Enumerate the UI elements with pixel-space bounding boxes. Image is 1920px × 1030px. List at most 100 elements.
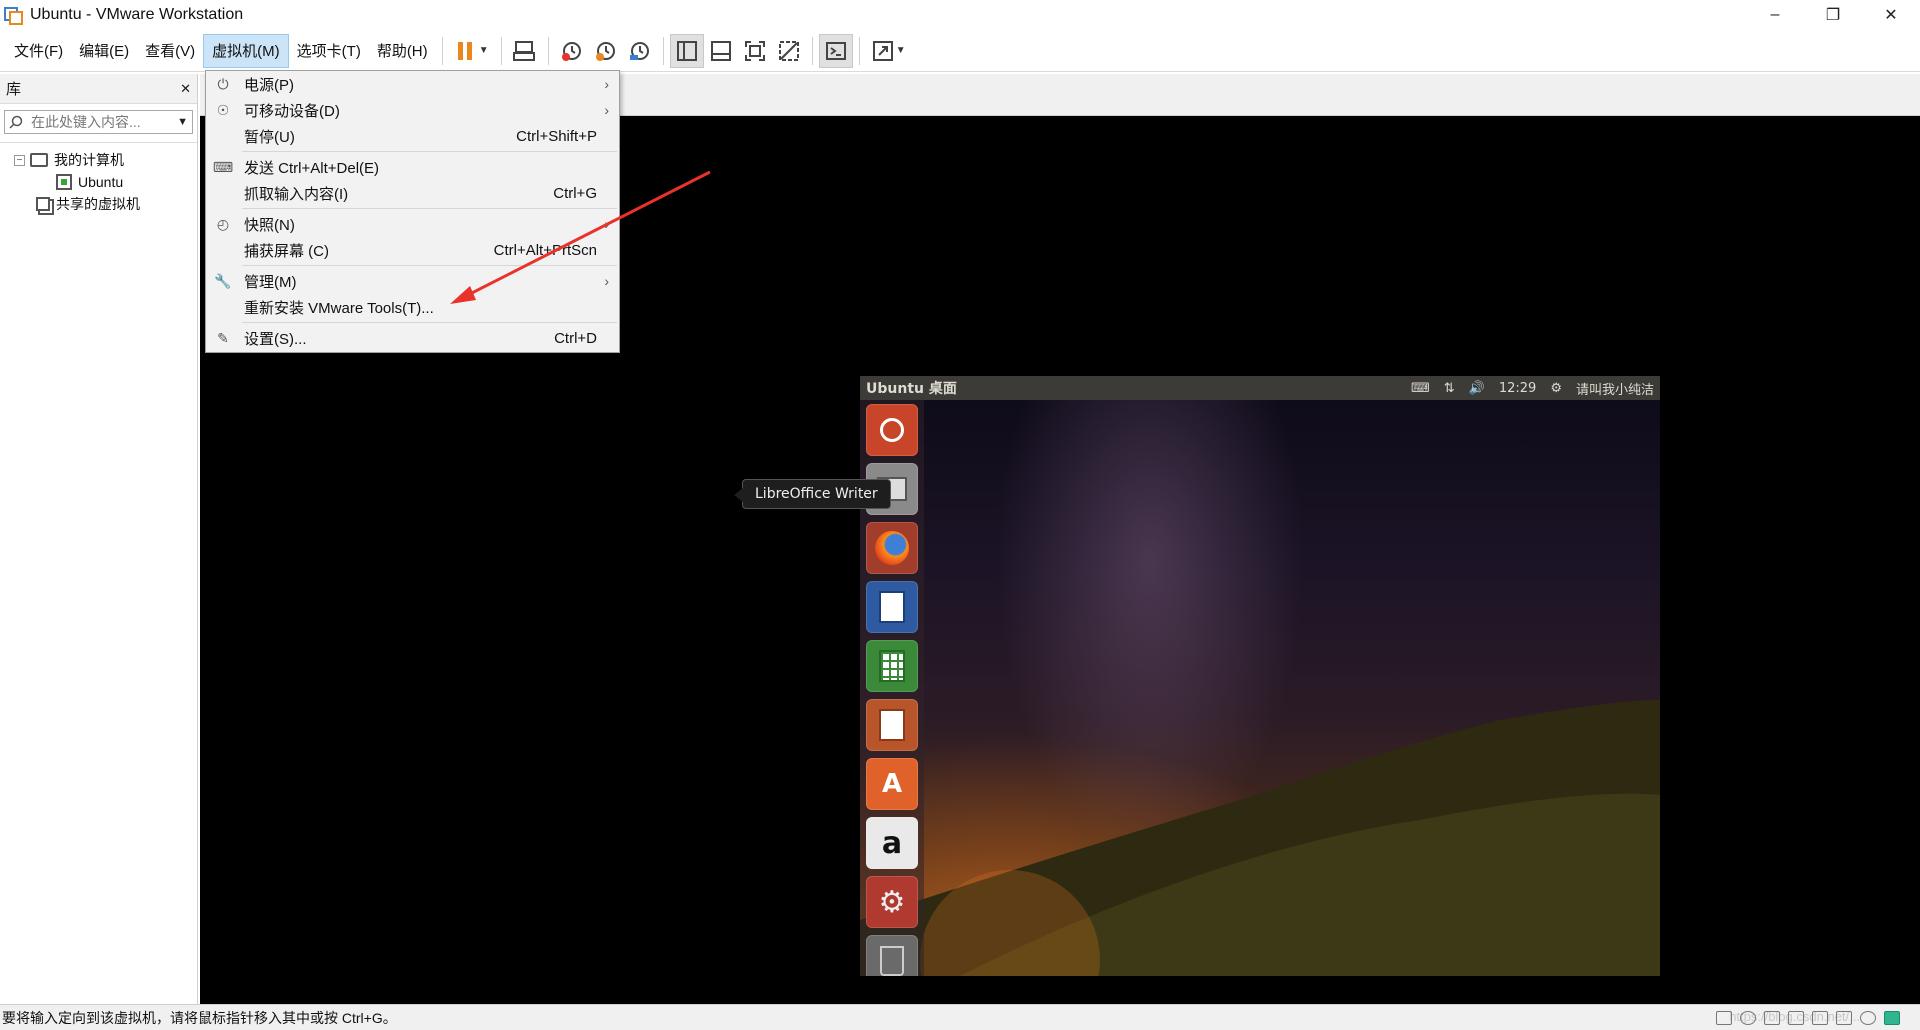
library-close-icon[interactable]: ✕ (180, 81, 191, 97)
menu-item-label: 电源(P) (244, 76, 294, 94)
menu-item-label: 捕获屏幕 (C) (244, 242, 329, 260)
pause-button[interactable]: ▼ (449, 34, 495, 68)
restore-button[interactable]: ❐ (1804, 0, 1862, 30)
stretch-guest-button[interactable]: ▼ (866, 34, 912, 68)
tree-item-ubuntu[interactable]: Ubuntu (0, 171, 197, 193)
software-center-icon[interactable]: A (866, 758, 918, 810)
printer-icon[interactable] (1812, 1010, 1828, 1025)
close-window-button[interactable]: ✕ (1862, 0, 1920, 30)
user-name[interactable]: 请叫我小纯洁 (1576, 379, 1654, 398)
keyboard-icon[interactable]: ⌨ (1411, 381, 1430, 396)
amazon-icon[interactable]: a (866, 817, 918, 869)
settings-icon: ✎ (217, 329, 229, 346)
full-screen-button[interactable] (738, 34, 772, 68)
menu-item-send-ctrl-alt-del[interactable]: ⌨ 发送 Ctrl+Alt+Del(E) (206, 154, 619, 180)
menu-item-label: 重新安装 VMware Tools(T)... (244, 299, 434, 317)
firefox-icon[interactable] (866, 522, 918, 574)
menu-item-shortcut: Ctrl+Shift+P (516, 127, 597, 145)
wrench-icon: 🔧 (214, 272, 232, 289)
vm-running-icon (56, 174, 72, 190)
chevron-down-icon[interactable]: ▼ (177, 116, 188, 128)
menu-item-label: 可移动设备(D) (244, 102, 340, 120)
menu-item-power[interactable]: ⏻ 电源(P) › (206, 71, 619, 97)
snapshot-manager-button[interactable] (623, 34, 657, 68)
panel-title: Ubuntu 桌面 (866, 381, 957, 397)
menu-vm[interactable]: 虚拟机(M) (203, 33, 289, 68)
gear-icon[interactable]: ⚙ (1550, 381, 1562, 396)
hard-disk-icon[interactable] (1716, 1010, 1732, 1025)
pause-icon (457, 41, 472, 60)
menu-item-manage[interactable]: 🔧 管理(M) › (206, 268, 619, 294)
network-adapter-icon[interactable] (1764, 1010, 1780, 1025)
menu-item-settings[interactable]: ✎ 设置(S)... Ctrl+D (206, 325, 619, 351)
tree-label: 共享的虚拟机 (56, 196, 140, 212)
title-bar: Ubuntu - VMware Workstation – ❐ ✕ (0, 0, 1920, 30)
snapshot-button[interactable] (555, 34, 589, 68)
library-panel: 库 ✕ 在此处键入内容... ▼ − 我的计算机 Ubuntu 共享的虚拟机 (0, 74, 198, 1004)
clock[interactable]: 12:29 (1499, 381, 1536, 396)
usb-icon[interactable] (1788, 1010, 1804, 1025)
menu-item-snapshot[interactable]: ◴ 快照(N) › (206, 211, 619, 237)
submenu-arrow-icon: › (604, 102, 609, 118)
ubuntu-desktop[interactable]: Ubuntu 桌面 ⌨ ⇅ 🔊 12:29 ⚙ 请叫我小纯洁 A a ⚙ (860, 376, 1660, 976)
tree-item-shared-vms[interactable]: 共享的虚拟机 (0, 193, 197, 215)
removable-device-icon: ☉ (216, 101, 230, 118)
library-search-input[interactable]: 在此处键入内容... ▼ (4, 110, 193, 134)
menu-item-reinstall-vmware-tools[interactable]: 重新安装 VMware Tools(T)... (206, 294, 619, 320)
libreoffice-writer-icon[interactable] (866, 581, 918, 633)
menu-help[interactable]: 帮助(H) (369, 34, 436, 68)
collapse-icon[interactable]: − (14, 154, 25, 166)
keyboard-send-icon (512, 40, 535, 61)
message-log-icon[interactable] (1884, 1010, 1900, 1025)
show-thumbnail-bar-button[interactable] (704, 34, 738, 68)
stretch-icon (872, 40, 893, 61)
menu-edit[interactable]: 编辑(E) (71, 34, 137, 68)
trash-icon[interactable] (866, 935, 918, 976)
ubuntu-top-panel: Ubuntu 桌面 ⌨ ⇅ 🔊 12:29 ⚙ 请叫我小纯洁 (860, 376, 1660, 400)
library-view-icon (676, 40, 697, 61)
libreoffice-calc-icon[interactable] (866, 640, 918, 692)
submenu-arrow-icon: › (604, 76, 609, 92)
launcher-tooltip: LibreOffice Writer (734, 479, 891, 509)
unity-button[interactable] (772, 34, 806, 68)
menu-file[interactable]: 文件(F) (6, 34, 71, 68)
menu-item-pause[interactable]: 暂停(U) Ctrl+Shift+P (206, 123, 619, 149)
menu-item-grab-input[interactable]: 抓取输入内容(I) Ctrl+G (206, 180, 619, 206)
snapshot-icon (561, 41, 581, 61)
toolbar-separator (858, 36, 860, 65)
menu-item-shortcut: Ctrl+D (554, 329, 597, 347)
wallpaper-hills (860, 700, 1660, 976)
show-library-button[interactable] (669, 33, 704, 68)
display-icon[interactable] (1860, 1010, 1876, 1025)
power-icon: ⏻ (217, 75, 229, 92)
revert-snapshot-button[interactable] (589, 34, 623, 68)
volume-icon[interactable]: 🔊 (1469, 381, 1485, 396)
menu-view[interactable]: 查看(V) (137, 34, 203, 68)
console-view-button[interactable] (818, 33, 853, 68)
device-status-icons (1716, 1010, 1900, 1025)
minimize-button[interactable]: – (1746, 0, 1804, 30)
send-ctrl-alt-del-button[interactable] (508, 34, 542, 68)
menu-item-label: 发送 Ctrl+Alt+Del(E) (244, 159, 380, 177)
sound-icon[interactable] (1836, 1010, 1852, 1025)
menu-item-shortcut: Ctrl+Alt+PrtScn (493, 241, 597, 259)
menu-separator (242, 265, 617, 266)
menu-item-capture-screen[interactable]: 捕获屏幕 (C) Ctrl+Alt+PrtScn (206, 237, 619, 263)
network-icon[interactable]: ⇅ (1444, 381, 1455, 396)
menu-separator (242, 151, 617, 152)
vm-menu-dropdown: ⏻ 电源(P) › ☉ 可移动设备(D) › 暂停(U) Ctrl+Shift+… (205, 70, 620, 353)
ubuntu-dash-icon[interactable] (866, 404, 918, 456)
cd-drive-icon[interactable] (1740, 1010, 1756, 1025)
submenu-arrow-icon: › (604, 273, 609, 289)
toolbar-separator (662, 36, 664, 65)
libreoffice-impress-icon[interactable] (866, 699, 918, 751)
toolbar-separator (547, 36, 549, 65)
system-settings-icon[interactable]: ⚙ (866, 876, 918, 928)
toolbar-separator (441, 36, 443, 65)
keyboard-send-icon: ⌨ (212, 158, 234, 175)
menu-separator (242, 208, 617, 209)
menu-toolbar: 文件(F) 编辑(E) 查看(V) 虚拟机(M) 选项卡(T) 帮助(H) ▼ … (0, 30, 1920, 72)
tree-item-my-computer[interactable]: − 我的计算机 (0, 149, 197, 171)
menu-item-removable-devices[interactable]: ☉ 可移动设备(D) › (206, 97, 619, 123)
menu-tabs[interactable]: 选项卡(T) (289, 34, 369, 68)
